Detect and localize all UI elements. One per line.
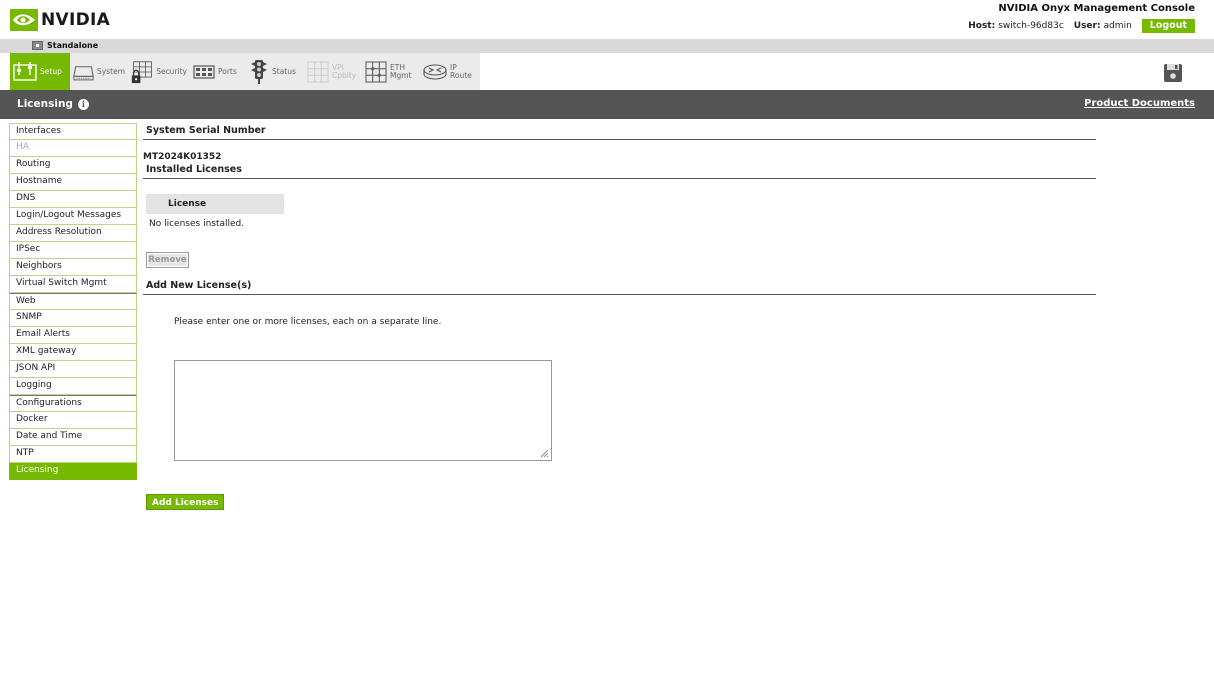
mode-bar: Standalone	[0, 39, 1214, 53]
system-icon	[73, 65, 94, 80]
license-table-header: License	[146, 194, 284, 214]
ports-icon	[193, 64, 215, 79]
serial-heading: System Serial Number	[143, 123, 1096, 140]
tab-system[interactable]: System	[70, 53, 128, 90]
sidebar-item-address-resolution[interactable]: Address Resolution	[9, 225, 137, 242]
info-icon[interactable]: i	[77, 98, 89, 110]
standalone-icon	[32, 41, 43, 50]
tab-setup[interactable]: Setup	[10, 53, 70, 90]
tab-ports-label: Ports	[218, 66, 237, 76]
sidebar-item-ha[interactable]: HA	[9, 140, 137, 157]
sidebar-item-virtual-switch-mgmt[interactable]: Virtual Switch Mgmt	[9, 276, 137, 293]
license-hint-text: Please enter one or more licenses, each …	[174, 317, 442, 327]
sidebar-item-dns[interactable]: DNS	[9, 191, 137, 208]
vpi-icon	[307, 61, 329, 82]
sidebar-item-json-api[interactable]: JSON API	[9, 361, 137, 378]
tab-ip-route[interactable]: IP Route	[420, 53, 480, 90]
sidebar-item-ipsec[interactable]: IPSec	[9, 242, 137, 259]
remove-button[interactable]: Remove	[146, 252, 189, 268]
sidebar-item-logging[interactable]: Logging	[9, 378, 137, 395]
security-icon	[131, 60, 152, 83]
user-label: User:	[1073, 21, 1101, 31]
tab-vpi-cpblty[interactable]: VPI Cpblty	[304, 53, 362, 90]
sidebar-item-interfaces[interactable]: Interfaces	[9, 123, 137, 140]
sidebar-item-email-alerts[interactable]: Email Alerts	[9, 327, 137, 344]
add-license-heading: Add New License(s)	[143, 278, 1096, 295]
no-licenses-text: No licenses installed.	[149, 219, 245, 229]
host-user-line: Host: switch-96d83c User: admin Logout	[968, 19, 1195, 33]
sidebar-item-xml-gateway[interactable]: XML gateway	[9, 344, 137, 361]
standalone-mode[interactable]: Standalone	[32, 41, 98, 50]
sidebar-item-neighbors[interactable]: Neighbors	[9, 259, 137, 276]
mode-label: Standalone	[47, 41, 99, 50]
eth-mgmt-icon	[365, 61, 387, 82]
add-license-section: Add New License(s)	[143, 278, 1096, 295]
brand-name: NVIDIA	[41, 10, 111, 30]
setup-icon	[13, 61, 37, 81]
logout-button[interactable]: Logout	[1141, 19, 1195, 33]
license-input[interactable]	[174, 360, 552, 461]
sidebar-item-web[interactable]: Web	[9, 293, 137, 310]
tab-eth-mgmt-label: ETH Mgmt	[390, 62, 412, 80]
sidebar-item-login-logout-messages[interactable]: Login/Logout Messages	[9, 208, 137, 225]
serial-value: MT2024K01352	[143, 152, 222, 162]
product-documents-link[interactable]: Product Documents	[1084, 98, 1195, 109]
ip-route-icon	[423, 63, 447, 80]
sidebar-item-configurations[interactable]: Configurations	[9, 395, 137, 412]
tab-setup-label: Setup	[40, 66, 62, 76]
tab-security[interactable]: Security	[128, 53, 190, 90]
tab-status[interactable]: Status	[246, 53, 304, 90]
top-header: NVIDIA NVIDIA Onyx Management Console Ho…	[0, 0, 1214, 39]
resize-grip-icon[interactable]	[539, 448, 549, 458]
nvidia-eye-icon	[10, 9, 38, 31]
user-value: admin	[1103, 21, 1132, 31]
console-title: NVIDIA Onyx Management Console	[998, 3, 1195, 14]
save-icon[interactable]	[1163, 63, 1183, 83]
sidebar-item-routing[interactable]: Routing	[9, 157, 137, 174]
section-title-text: Licensing	[17, 98, 73, 110]
tab-security-label: Security	[156, 66, 187, 76]
host-label: Host:	[968, 21, 996, 31]
installed-licenses-heading: Installed Licenses	[143, 162, 1096, 179]
sidebar-item-docker[interactable]: Docker	[9, 412, 137, 429]
tab-system-label: System	[97, 66, 125, 76]
host-value: switch-96d83c	[998, 21, 1064, 31]
add-licenses-button[interactable]: Add Licenses	[146, 494, 225, 510]
sidebar-item-licensing[interactable]: Licensing	[9, 463, 137, 480]
main-toolbar: Setup System Security Ports Status VPI C…	[0, 53, 1214, 90]
status-icon	[251, 59, 267, 84]
tab-ports[interactable]: Ports	[190, 53, 246, 90]
nvidia-logo: NVIDIA	[10, 9, 110, 31]
section-title: Licensing i	[17, 98, 89, 110]
toolbar-strip: Setup System Security Ports Status VPI C…	[10, 53, 480, 90]
setup-sidebar: Interfaces HA Routing Hostname DNS Login…	[9, 123, 137, 480]
tab-vpi-label: VPI Cpblty	[332, 62, 357, 80]
sidebar-item-date-and-time[interactable]: Date and Time	[9, 429, 137, 446]
tab-eth-mgmt[interactable]: ETH Mgmt	[362, 53, 420, 90]
tab-status-label: Status	[272, 66, 296, 76]
sidebar-item-hostname[interactable]: Hostname	[9, 174, 137, 191]
sidebar-item-snmp[interactable]: SNMP	[9, 310, 137, 327]
tab-ip-route-label: IP Route	[450, 62, 472, 80]
section-header: Licensing i Product Documents	[0, 90, 1214, 119]
sidebar-item-ntp[interactable]: NTP	[9, 446, 137, 463]
licensing-content: System Serial Number MT2024K01352 Instal…	[143, 123, 1096, 510]
